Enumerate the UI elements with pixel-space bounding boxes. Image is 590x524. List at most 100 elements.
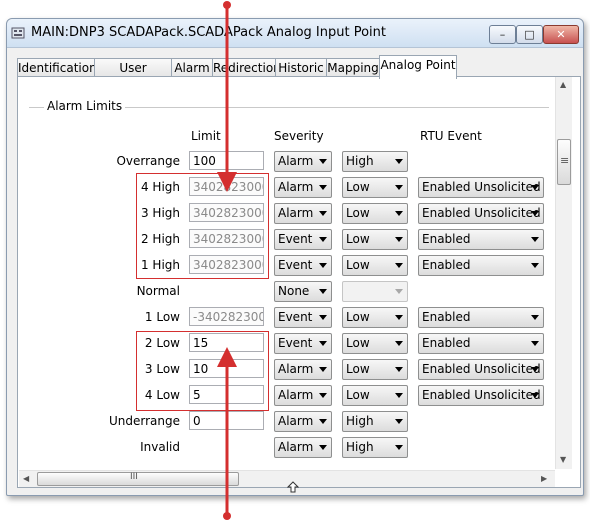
priority-value: High — [346, 440, 374, 454]
chevron-down-icon — [319, 419, 327, 424]
chevron-down-icon — [395, 159, 403, 164]
severity-select-3-low[interactable]: Alarm — [274, 359, 332, 380]
rtu-event-value: Enabled — [422, 310, 471, 324]
limit-input-4-high[interactable]: 340282300000 — [189, 177, 264, 196]
row-label-overrange: Overrange — [116, 154, 180, 168]
chevron-down-icon — [319, 263, 327, 268]
minimize-button[interactable]: – — [489, 25, 516, 44]
priority-select-overrange[interactable]: High — [342, 151, 408, 172]
priority-select-1-high[interactable]: Low — [342, 255, 408, 276]
chevron-down-icon — [531, 185, 539, 190]
severity-select-underrange[interactable]: Alarm — [274, 411, 332, 432]
row-label-3-low: 3 Low — [144, 362, 180, 376]
severity-value: Event — [278, 310, 313, 324]
tab-alarm[interactable]: Alarm — [171, 58, 213, 78]
priority-select-invalid[interactable]: High — [342, 437, 408, 458]
rtu-event-select-3-low[interactable]: Enabled Unsolicited — [418, 359, 544, 380]
rtu-event-select-4-low[interactable]: Enabled Unsolicited — [418, 385, 544, 406]
rtu-event-select-2-low[interactable]: Enabled — [418, 333, 544, 354]
limit-input-4-low[interactable]: 5 — [189, 385, 264, 404]
chevron-down-icon — [395, 419, 403, 424]
rtu-event-value: Enabled Unsolicited — [422, 388, 541, 402]
rtu-event-value: Enabled — [422, 336, 471, 350]
chevron-down-icon — [319, 445, 327, 450]
limit-input-2-high[interactable]: 340282300000 — [189, 229, 264, 248]
resize-grip-icon[interactable] — [287, 481, 299, 493]
tab-historic[interactable]: Historic — [275, 58, 327, 78]
priority-select-2-low[interactable]: Low — [342, 333, 408, 354]
priority-select-normal — [342, 281, 408, 302]
priority-value: Low — [346, 336, 370, 350]
chevron-down-icon — [395, 185, 403, 190]
severity-select-2-low[interactable]: Event — [274, 333, 332, 354]
group-title: Alarm Limits — [44, 99, 126, 113]
header-limit: Limit — [191, 129, 221, 143]
severity-select-overrange[interactable]: Alarm — [274, 151, 332, 172]
scroll-right-icon[interactable]: ▶ — [541, 474, 547, 483]
chevron-down-icon — [531, 341, 539, 346]
rtu-event-select-1-low[interactable]: Enabled — [418, 307, 544, 328]
severity-select-invalid[interactable]: Alarm — [274, 437, 332, 458]
window-title: MAIN:DNP3 SCADAPack.SCADAPack Analog Inp… — [31, 25, 386, 40]
severity-select-3-high[interactable]: Alarm — [274, 203, 332, 224]
severity-select-2-high[interactable]: Event — [274, 229, 332, 250]
scroll-up-icon[interactable]: ▲ — [560, 80, 566, 89]
limit-input-1-high[interactable]: 340282300000 — [189, 255, 264, 274]
limit-input-2-low[interactable]: 15 — [189, 333, 264, 352]
priority-select-3-high[interactable]: Low — [342, 203, 408, 224]
limit-input-1-low[interactable]: -340282300000 — [189, 307, 264, 326]
grip-icon: ≡ — [560, 154, 570, 167]
severity-select-1-low[interactable]: Event — [274, 307, 332, 328]
tab-identification[interactable]: Identification — [17, 58, 97, 78]
chevron-down-icon — [395, 393, 403, 398]
tab-strip: Identification User Methods Alarm Redire… — [17, 55, 577, 93]
limit-input-3-high[interactable]: 340282300000 — [189, 203, 264, 222]
priority-select-2-high[interactable]: Low — [342, 229, 408, 250]
limit-input-overrange[interactable]: 100 — [189, 151, 264, 170]
vertical-scroll-thumb[interactable]: ≡ — [557, 139, 571, 185]
priority-select-3-low[interactable]: Low — [342, 359, 408, 380]
rtu-event-select-4-high[interactable]: Enabled Unsolicited — [418, 177, 544, 198]
priority-value: Low — [346, 388, 370, 402]
arrow-top-dot — [223, 1, 231, 9]
chevron-down-icon — [395, 341, 403, 346]
priority-select-4-low[interactable]: Low — [342, 385, 408, 406]
scroll-left-icon[interactable]: ◀ — [23, 474, 29, 483]
severity-value: Alarm — [278, 362, 314, 376]
chevron-down-icon — [319, 211, 327, 216]
severity-value: Alarm — [278, 154, 314, 168]
priority-select-1-low[interactable]: Low — [342, 307, 408, 328]
row-label-underrange: Underrange — [108, 414, 180, 428]
chevron-down-icon — [531, 393, 539, 398]
vertical-scrollbar[interactable]: ▲ ≡ ▼ — [555, 77, 572, 469]
chevron-down-icon — [319, 315, 327, 320]
severity-select-4-low[interactable]: Alarm — [274, 385, 332, 406]
severity-value: Event — [278, 258, 313, 272]
tab-analog-point[interactable]: Analog Point — [379, 55, 457, 79]
limit-input-underrange[interactable]: 0 — [189, 411, 264, 430]
tab-mapping[interactable]: Mapping — [326, 58, 380, 78]
severity-value: Event — [278, 336, 313, 350]
header-rtu-event: RTU Event — [420, 129, 482, 143]
severity-select-4-high[interactable]: Alarm — [274, 177, 332, 198]
chevron-down-icon — [531, 315, 539, 320]
maximize-button[interactable]: □ — [516, 25, 543, 44]
chevron-down-icon — [531, 263, 539, 268]
app-icon — [11, 27, 25, 39]
priority-select-underrange[interactable]: High — [342, 411, 408, 432]
rtu-event-select-2-high[interactable]: Enabled — [418, 229, 544, 250]
priority-select-4-high[interactable]: Low — [342, 177, 408, 198]
rtu-event-select-3-high[interactable]: Enabled Unsolicited — [418, 203, 544, 224]
severity-select-normal[interactable]: None — [274, 281, 332, 302]
title-bar[interactable]: MAIN:DNP3 SCADAPack.SCADAPack Analog Inp… — [7, 19, 583, 48]
limit-input-3-low[interactable]: 10 — [189, 359, 264, 378]
tab-redirection[interactable]: Redirection — [212, 58, 281, 78]
chevron-down-icon — [319, 367, 327, 372]
chevron-down-icon — [395, 289, 403, 294]
close-button[interactable]: ✕ — [543, 25, 579, 44]
tab-user-methods[interactable]: User Methods — [94, 58, 172, 93]
severity-select-1-high[interactable]: Event — [274, 255, 332, 276]
rtu-event-select-1-high[interactable]: Enabled — [418, 255, 544, 276]
scroll-down-icon[interactable]: ▼ — [560, 455, 566, 464]
horizontal-scroll-thumb[interactable]: III — [37, 472, 239, 486]
